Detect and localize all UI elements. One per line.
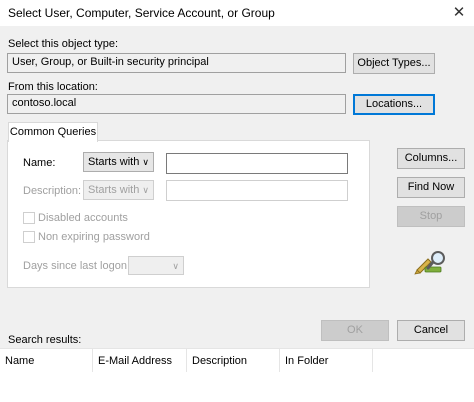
disabled-accounts-checkbox	[23, 212, 35, 224]
search-results-label: Search results:	[8, 334, 82, 346]
location-label: From this location:	[8, 81, 98, 93]
find-now-button[interactable]: Find Now	[397, 177, 465, 198]
non-expiring-password-label: Non expiring password	[38, 231, 150, 243]
close-button[interactable]: ✕	[444, 0, 474, 26]
cancel-button[interactable]: Cancel	[397, 320, 465, 341]
column-header-in-folder[interactable]: In Folder	[280, 349, 328, 373]
non-expiring-password-checkbox	[23, 231, 35, 243]
object-type-label: Select this object type:	[8, 38, 119, 50]
description-mode-select: Starts with ∨	[83, 180, 154, 200]
name-input[interactable]	[166, 153, 348, 174]
results-list[interactable]	[0, 372, 474, 402]
chevron-down-icon: ∨	[172, 261, 179, 271]
tab-common-queries[interactable]: Common Queries	[8, 122, 98, 142]
column-header-description[interactable]: Description	[187, 349, 247, 373]
locations-button[interactable]: Locations...	[353, 94, 435, 115]
search-magnifier-icon	[414, 250, 448, 276]
location-field: contoso.local	[7, 94, 346, 114]
days-since-logon-select: ∨	[128, 256, 184, 275]
column-header-name[interactable]: Name	[0, 349, 34, 373]
name-label: Name:	[23, 157, 56, 169]
chevron-down-icon: ∨	[142, 157, 149, 167]
chevron-down-icon: ∨	[142, 185, 149, 195]
column-header-email[interactable]: E-Mail Address	[93, 349, 172, 373]
columns-button[interactable]: Columns...	[397, 148, 465, 169]
description-input	[166, 180, 348, 201]
window-title: Select User, Computer, Service Account, …	[8, 6, 275, 20]
stop-button: Stop	[397, 206, 465, 227]
column-separator[interactable]	[372, 349, 373, 373]
days-since-logon-label: Days since last logon:	[23, 260, 130, 272]
object-types-button[interactable]: Object Types...	[353, 53, 435, 74]
description-label: Description:	[23, 185, 82, 197]
results-table-header: Name E-Mail Address Description In Folde…	[0, 348, 474, 373]
ok-button: OK	[321, 320, 389, 341]
description-mode-value: Starts with	[88, 184, 140, 196]
name-mode-select[interactable]: Starts with ∨	[83, 152, 154, 172]
disabled-accounts-label: Disabled accounts	[38, 212, 128, 224]
name-mode-value: Starts with	[88, 156, 140, 168]
object-type-field: User, Group, or Built-in security princi…	[7, 53, 346, 73]
